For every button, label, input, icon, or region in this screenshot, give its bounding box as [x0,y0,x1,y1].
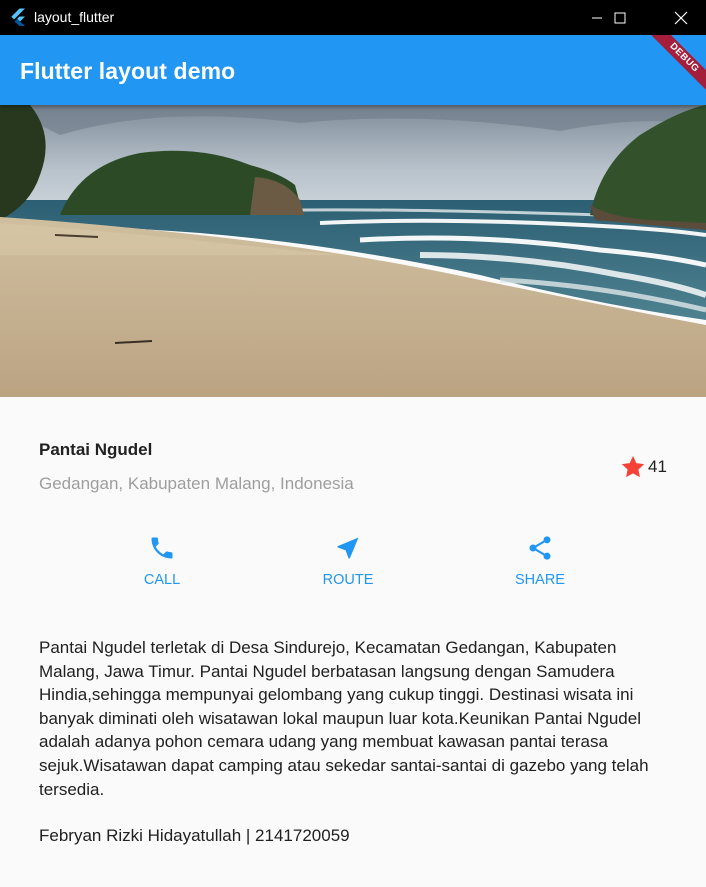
window-title-bar: layout_flutter [0,0,706,35]
flutter-logo-icon [11,8,25,26]
window-title: layout_flutter [34,9,115,25]
navigation-icon [337,537,359,559]
call-button[interactable]: CALL [112,534,212,596]
debug-banner-label: DEBUG [643,35,706,99]
place-name: Pantai Ngudel [39,440,153,459]
close-icon [674,11,688,24]
description-text: Pantai Ngudel terletak di Desa Sindurejo… [39,638,649,799]
author-credit: Febryan Rizki Hidayatullah | 2141720059 [39,826,350,845]
star-icon [621,455,645,478]
beach-photo-illustration [0,105,706,397]
close-button[interactable] [656,0,706,35]
place-location: Gedangan, Kabupaten Malang, Indonesia [39,474,354,493]
call-label: CALL [143,572,181,588]
rating-count: 41 [648,457,667,476]
share-icon [529,536,551,560]
phone-icon [151,537,173,559]
app-bar: Flutter layout demo [0,35,706,105]
rating[interactable]: 41 [620,454,667,480]
maximize-button[interactable] [598,0,642,35]
maximize-icon [614,12,626,23]
share-label: SHARE [515,572,565,588]
route-button[interactable]: ROUTE [298,534,398,596]
debug-banner: DEBUG [636,35,706,105]
share-button[interactable]: SHARE [490,534,590,596]
beach-photo [0,105,706,397]
app-bar-title: Flutter layout demo [20,58,236,84]
route-label: ROUTE [322,572,374,588]
